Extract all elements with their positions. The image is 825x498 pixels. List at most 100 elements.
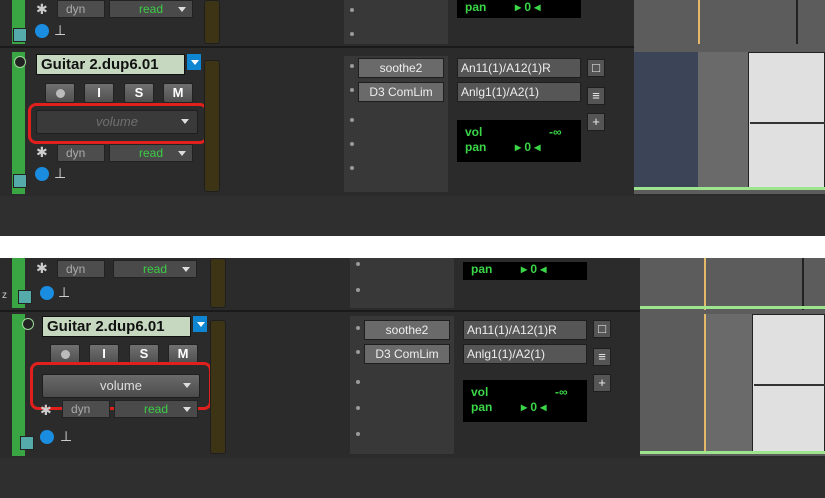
inserts-column <box>344 0 448 44</box>
pan-value: ▸ 0 ◂ <box>521 262 547 276</box>
automation-mode-select[interactable]: read <box>113 260 197 278</box>
clip-edge <box>802 258 804 310</box>
input-monitor-button[interactable]: I <box>89 344 119 364</box>
pan-value-text: 0 <box>524 140 532 154</box>
track-icon <box>13 28 27 42</box>
empty-insert-slot[interactable] <box>350 8 354 12</box>
empty-insert-slot[interactable] <box>356 288 360 292</box>
pan-label: pan <box>471 262 493 276</box>
mono-icon: ⊥ <box>60 428 73 444</box>
vol-value: -∞ <box>555 385 568 399</box>
automation-mode-select[interactable]: read <box>114 400 198 418</box>
dyn-button[interactable]: dyn <box>57 144 105 162</box>
timeline-region <box>640 314 704 454</box>
pan-display[interactable]: pan ▸ 0 ◂ <box>457 0 581 18</box>
track-menu-icon[interactable] <box>193 316 207 332</box>
track-color-strip <box>12 314 25 456</box>
insert-active-dot <box>350 64 354 68</box>
automation-line <box>640 451 825 454</box>
empty-insert-slot[interactable] <box>356 262 360 266</box>
track-name[interactable]: Guitar 2.dup6.01 <box>42 316 191 337</box>
output-selector[interactable]: Anlg1(1)/A2(1) <box>457 82 581 102</box>
list-icon[interactable]: ≡ <box>587 87 605 105</box>
empty-insert-slot[interactable] <box>350 32 354 36</box>
collapse-icon[interactable] <box>22 318 34 330</box>
empty-insert-slot[interactable] <box>350 118 354 122</box>
playhead-cursor <box>704 258 706 310</box>
record-button[interactable] <box>50 344 80 364</box>
input-selector[interactable]: An11(1)/A12(1)R <box>457 58 581 78</box>
knob-icon[interactable] <box>35 24 49 38</box>
insert-slot-1[interactable]: soothe2 <box>364 320 450 340</box>
vol-label: vol <box>465 125 483 139</box>
empty-insert-slot[interactable] <box>356 432 360 436</box>
knob-icon[interactable] <box>35 167 49 181</box>
record-icon <box>55 88 65 98</box>
dyn-button[interactable]: dyn <box>57 0 105 18</box>
pan-label: pan <box>471 400 493 414</box>
knob-icon[interactable] <box>40 286 54 300</box>
insert-slot-1[interactable]: soothe2 <box>358 58 444 78</box>
input-selector[interactable]: An11(1)/A12(1)R <box>463 320 587 340</box>
track-icon <box>20 436 34 450</box>
add-icon[interactable]: + <box>587 113 605 131</box>
track-icon <box>18 290 32 304</box>
asterisk-icon: ✱ <box>36 1 48 17</box>
input-monitor-button[interactable]: I <box>84 83 114 103</box>
empty-insert-slot[interactable] <box>350 142 354 146</box>
pan-value: ▸ 0 ◂ <box>515 0 541 14</box>
pan-value: ▸ 0 ◂ <box>515 140 541 154</box>
chevron-down-icon <box>183 407 191 412</box>
empty-insert-slot[interactable] <box>356 380 360 384</box>
waveform <box>750 122 825 124</box>
chevron-down-icon <box>178 7 186 12</box>
io-view-icon[interactable]: □ <box>593 320 611 338</box>
pan-value-text: 0 <box>530 400 538 414</box>
automation-mode-select[interactable]: read <box>109 144 193 162</box>
track-name[interactable]: Guitar 2.dup6.01 <box>36 54 185 75</box>
collapse-icon[interactable] <box>14 56 26 68</box>
empty-track-area <box>0 458 825 498</box>
inserts-column <box>350 258 454 308</box>
mute-button[interactable]: M <box>168 344 198 364</box>
automation-mode-select[interactable]: read <box>109 0 193 18</box>
automation-mode-label: read <box>138 2 164 16</box>
dyn-button[interactable]: dyn <box>57 260 105 278</box>
insert-active-dot <box>356 350 360 354</box>
empty-insert-slot[interactable] <box>356 406 360 410</box>
track-menu-icon[interactable] <box>187 54 201 70</box>
vol-pan-display[interactable]: vol -∞ pan ▸ 0 ◂ <box>463 380 587 422</box>
mono-icon: ⊥ <box>58 284 71 300</box>
insert-slot-2[interactable]: D3 ComLim <box>358 82 444 102</box>
dyn-button[interactable]: dyn <box>62 400 110 418</box>
insert-slot-2[interactable]: D3 ComLim <box>364 344 450 364</box>
add-icon[interactable]: + <box>593 374 611 392</box>
insert-active-dot <box>356 326 360 330</box>
knob-icon[interactable] <box>40 430 54 444</box>
solo-button[interactable]: S <box>129 344 159 364</box>
io-view-icon[interactable]: □ <box>587 59 605 77</box>
empty-insert-slot[interactable] <box>350 166 354 170</box>
record-icon <box>60 349 70 359</box>
record-button[interactable] <box>45 83 75 103</box>
pan-display[interactable]: pan ▸ 0 ◂ <box>463 262 587 280</box>
highlight-box <box>28 103 208 144</box>
output-selector[interactable]: Anlg1(1)/A2(1) <box>463 344 587 364</box>
pan-value-text: 0 <box>524 0 532 14</box>
solo-button[interactable]: S <box>124 83 154 103</box>
audio-clip[interactable] <box>748 52 825 188</box>
asterisk-icon: ✱ <box>36 144 48 160</box>
playhead-cursor <box>698 0 700 44</box>
mono-icon: ⊥ <box>54 22 67 38</box>
level-meter <box>204 60 220 192</box>
list-icon[interactable]: ≡ <box>593 348 611 366</box>
track-icon <box>13 174 27 188</box>
level-meter <box>210 320 226 454</box>
clip-edge <box>796 0 798 44</box>
vol-pan-display[interactable]: vol -∞ pan ▸ 0 ◂ <box>457 120 581 162</box>
pan-label: pan <box>465 140 487 154</box>
insert-active-dot <box>350 88 354 92</box>
mute-button[interactable]: M <box>163 83 193 103</box>
mix-window-before: ✱ dyn read ⊥ pan ▸ 0 ◂ Guitar 2.dup6.01 I… <box>0 0 825 236</box>
chevron-down-icon <box>178 151 186 156</box>
